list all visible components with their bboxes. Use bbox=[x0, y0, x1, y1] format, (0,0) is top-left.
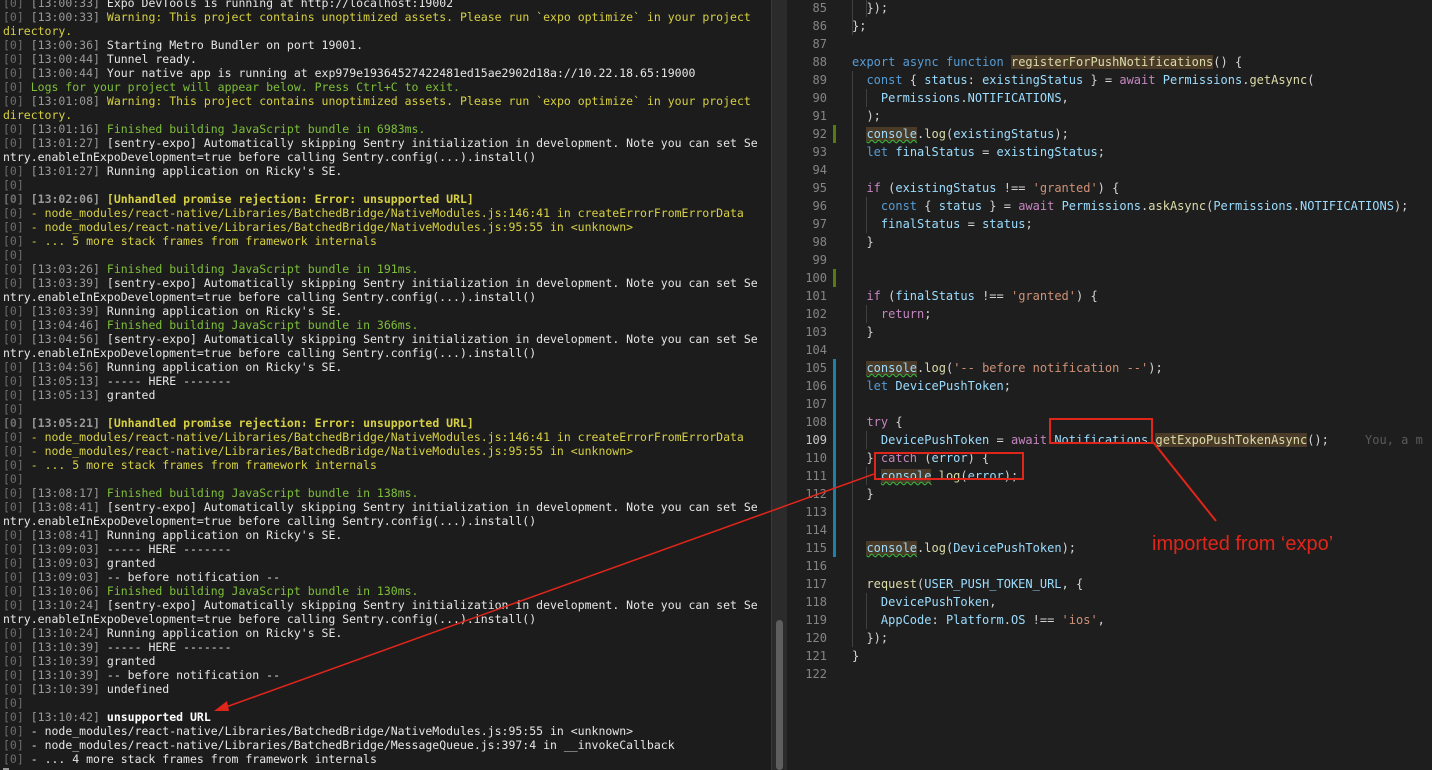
arrow-head-terminal bbox=[214, 701, 229, 711]
arrow-to-terminal bbox=[225, 473, 875, 708]
annotation-arrows bbox=[214, 441, 1217, 711]
annotation-label: imported from ‘expo’ bbox=[1152, 533, 1334, 555]
arrow-to-label bbox=[1152, 441, 1217, 522]
screen: [0] [13:00:33] Expo DevTools is running … bbox=[0, 0, 1432, 770]
